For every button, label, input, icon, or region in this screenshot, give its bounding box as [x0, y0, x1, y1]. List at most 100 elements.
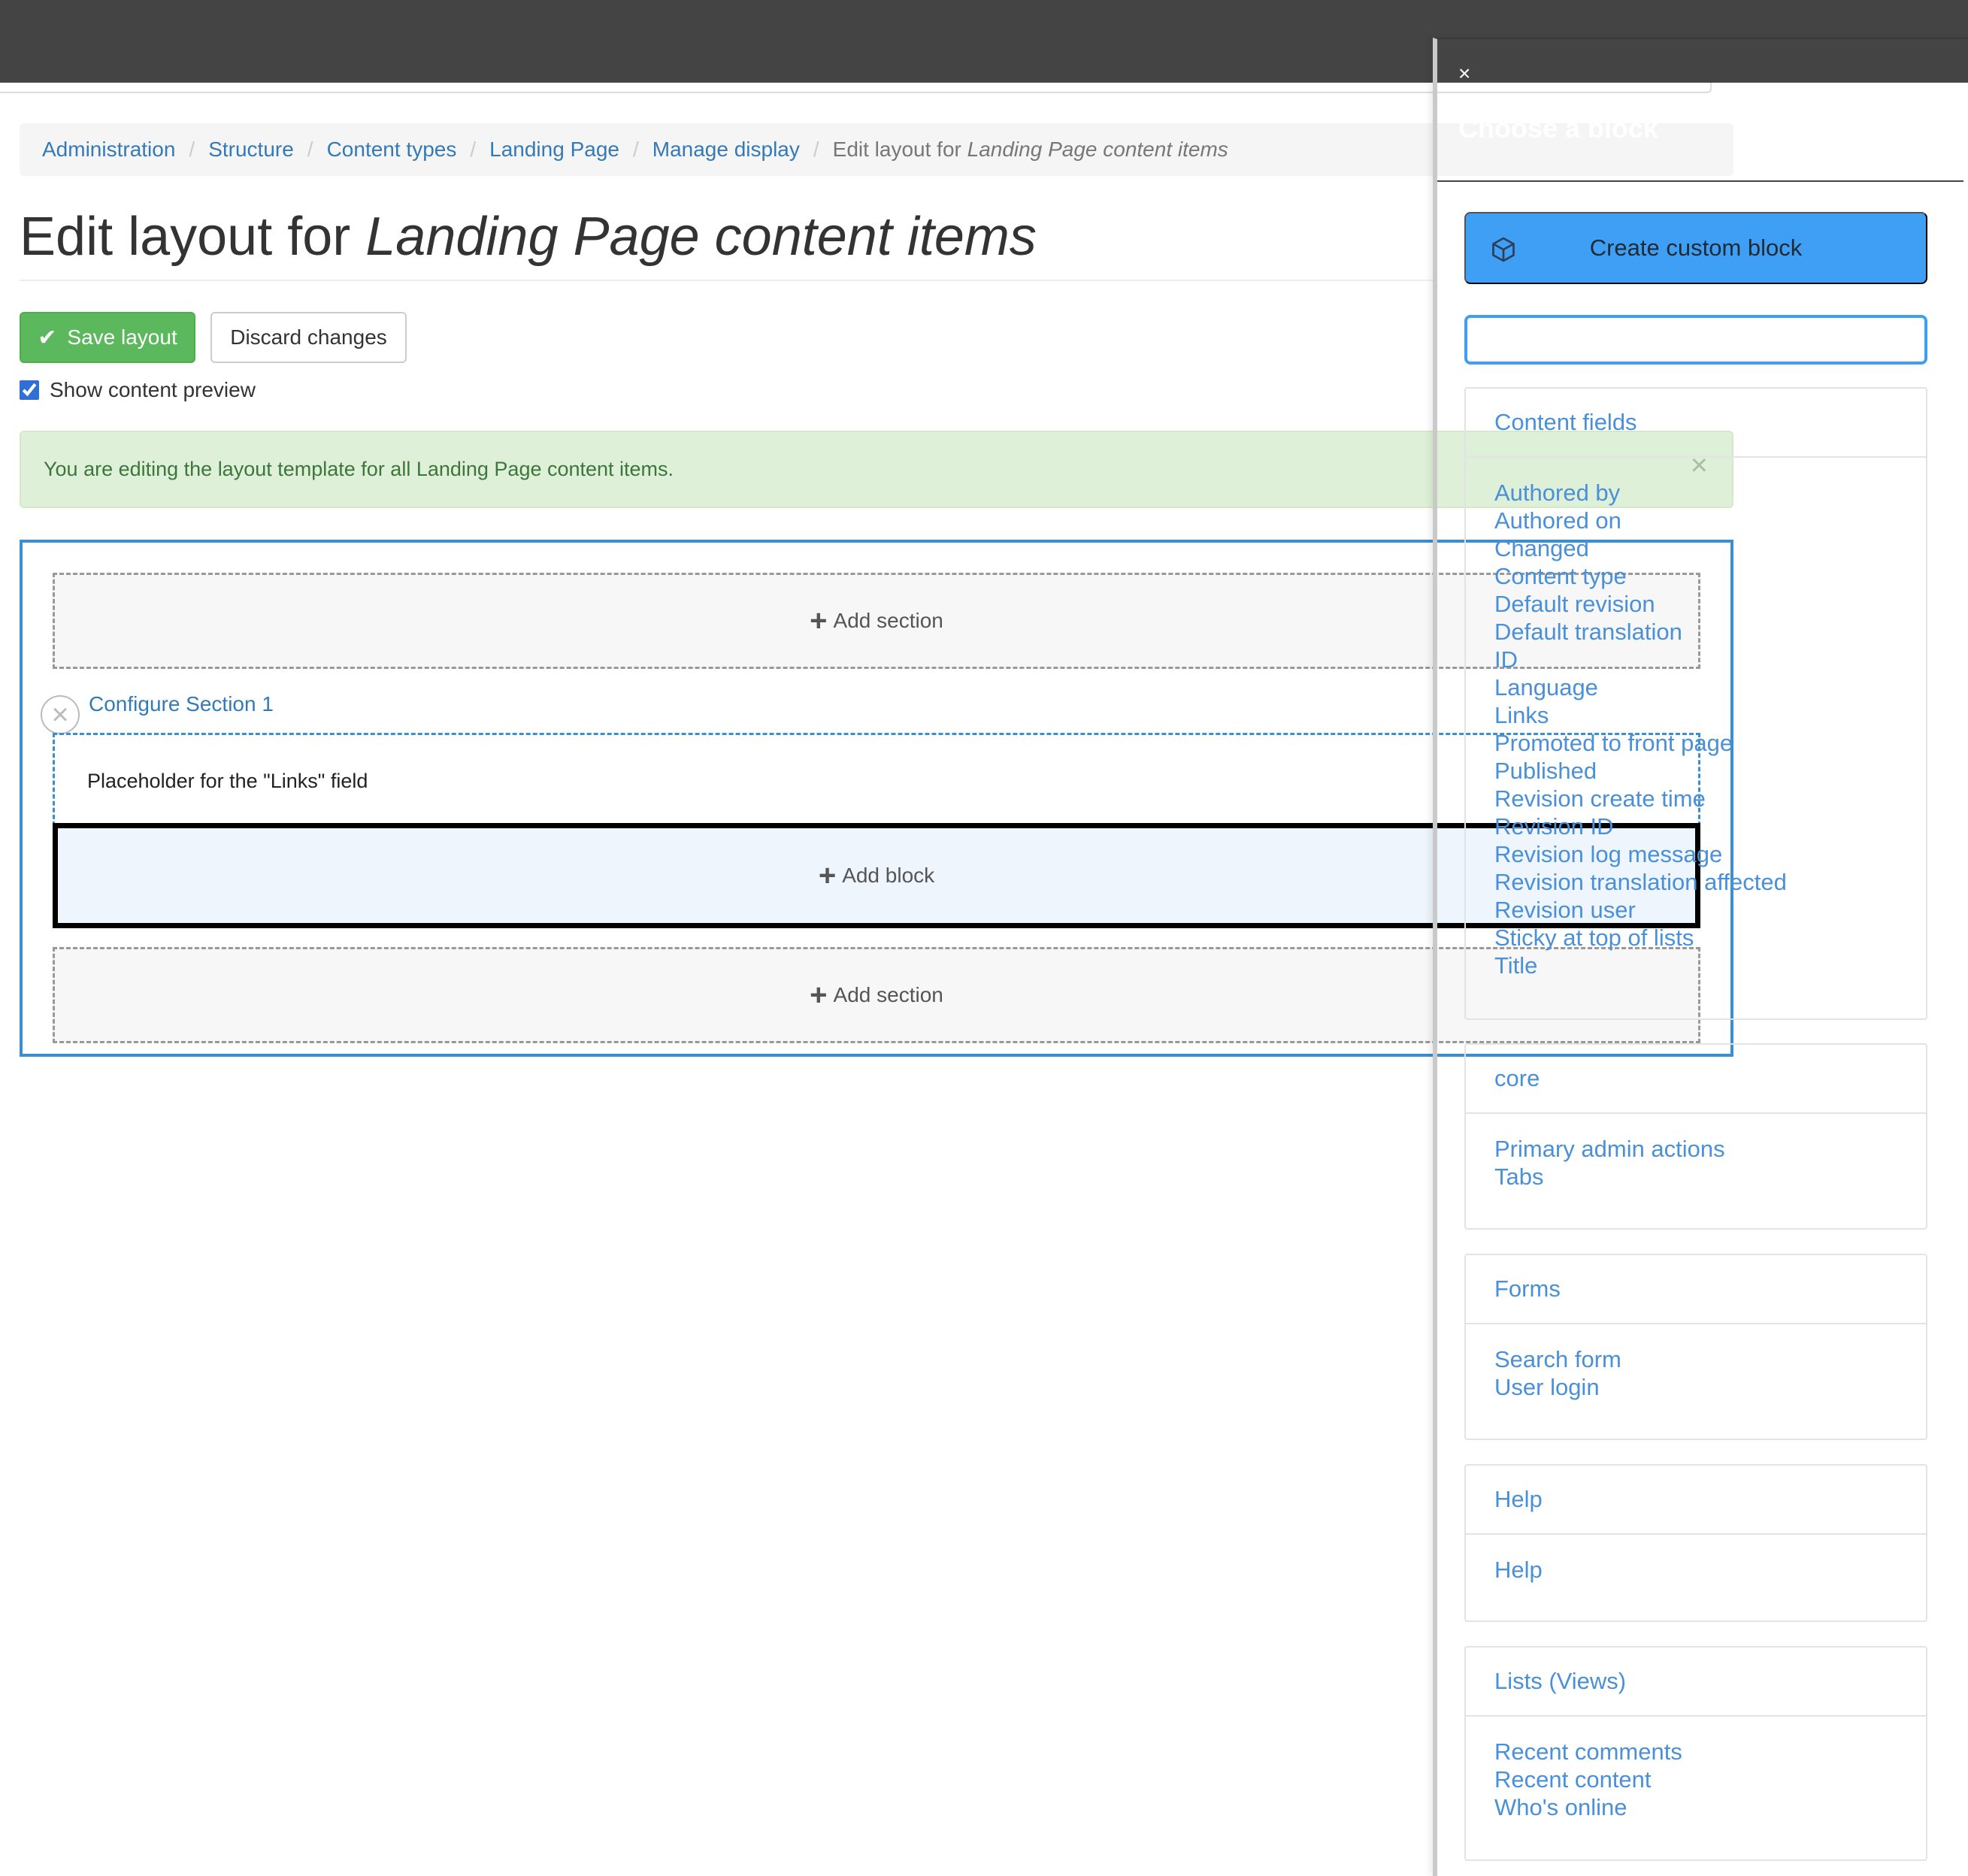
- add-section-label: Add section: [833, 983, 943, 1006]
- block-link[interactable]: Help: [1494, 1556, 1926, 1584]
- cube-icon: [1492, 237, 1515, 262]
- breadcrumb-link-structure[interactable]: Structure: [208, 138, 294, 162]
- block-link[interactable]: Authored on: [1494, 507, 1926, 534]
- add-block-label: Add block: [842, 864, 935, 887]
- block-link[interactable]: Who's online: [1494, 1793, 1926, 1821]
- block-link-text[interactable]: Published: [1494, 758, 1597, 784]
- block-link-text[interactable]: ID: [1494, 646, 1518, 673]
- block-link[interactable]: Revision user: [1494, 896, 1926, 924]
- plus-icon: +: [810, 979, 828, 1012]
- block-link[interactable]: Content type: [1494, 562, 1926, 590]
- block-link-text[interactable]: Recent content: [1494, 1766, 1652, 1793]
- field-placeholder: Placeholder for the "Links" field: [87, 770, 368, 792]
- block-link[interactable]: Revision log message: [1494, 840, 1926, 868]
- breadcrumb-current-prefix: Edit layout for: [832, 138, 961, 161]
- save-layout-label: Save layout: [67, 325, 177, 349]
- block-link-text[interactable]: Who's online: [1494, 1794, 1627, 1820]
- block-link[interactable]: Revision translation affected: [1494, 868, 1926, 896]
- block-link-text[interactable]: Revision translation affected: [1494, 869, 1787, 895]
- create-custom-block-label: Create custom block: [1589, 234, 1803, 261]
- configure-section-link[interactable]: Configure Section 1: [89, 692, 274, 716]
- category-block-list: Authored by Authored on Changed Content …: [1466, 458, 1926, 979]
- dialog-close-icon[interactable]: ×: [1458, 63, 1470, 84]
- block-link-text[interactable]: Revision ID: [1494, 813, 1614, 840]
- block-link[interactable]: Recent content: [1494, 1766, 1926, 1793]
- discard-changes-button[interactable]: Discard changes: [210, 312, 407, 363]
- block-link[interactable]: ID: [1494, 646, 1926, 673]
- block-link-text[interactable]: Sticky at top of lists: [1494, 924, 1694, 951]
- block-link[interactable]: Changed: [1494, 534, 1926, 562]
- breadcrumb-separator: /: [470, 138, 477, 161]
- category-block-list: Search form User login: [1466, 1324, 1926, 1401]
- block-link-text[interactable]: Default translation: [1494, 619, 1682, 645]
- dialog-title: Choose a block: [1458, 113, 1659, 144]
- breadcrumb-link-administration[interactable]: Administration: [42, 138, 175, 162]
- block-category-forms: Forms Search form User login: [1464, 1254, 1927, 1440]
- show-content-preview-checkbox[interactable]: [20, 380, 39, 400]
- block-category-help: Help Help: [1464, 1464, 1927, 1622]
- block-link[interactable]: Title: [1494, 952, 1926, 979]
- block-link-text[interactable]: Language: [1494, 674, 1598, 700]
- page-title-prefix: Edit layout for: [20, 207, 351, 267]
- block-link[interactable]: Primary admin actions: [1494, 1135, 1926, 1163]
- block-category-lists-views: Lists (Views) Recent comments Recent con…: [1464, 1646, 1927, 1861]
- block-link-text[interactable]: Links: [1494, 702, 1549, 728]
- block-link-text[interactable]: Primary admin actions: [1494, 1136, 1725, 1162]
- block-link-text[interactable]: Changed: [1494, 535, 1589, 561]
- block-link[interactable]: Revision ID: [1494, 812, 1926, 840]
- block-link-text[interactable]: Help: [1494, 1557, 1543, 1583]
- breadcrumb-separator: /: [632, 138, 639, 161]
- category-block-list: Primary admin actions Tabs: [1466, 1114, 1926, 1191]
- block-link[interactable]: Default translation: [1494, 618, 1926, 646]
- show-content-preview-row[interactable]: Show content preview: [20, 378, 256, 402]
- block-link[interactable]: Links: [1494, 701, 1926, 729]
- breadcrumb-link-manage-display[interactable]: Manage display: [652, 138, 800, 162]
- breadcrumb-link-landing-page[interactable]: Landing Page: [489, 138, 619, 162]
- block-link-text[interactable]: Search form: [1494, 1346, 1621, 1372]
- add-section-label: Add section: [833, 609, 943, 632]
- category-header[interactable]: Lists (Views): [1466, 1648, 1926, 1717]
- dialog-title-divider: [1437, 180, 1963, 182]
- block-link-text[interactable]: Revision log message: [1494, 841, 1722, 867]
- block-link[interactable]: Promoted to front page: [1494, 729, 1926, 757]
- block-filter-input[interactable]: [1464, 315, 1927, 365]
- block-link-text[interactable]: Authored on: [1494, 507, 1621, 534]
- page-title: Edit layout for Landing Page content ite…: [20, 203, 1037, 271]
- block-link[interactable]: Language: [1494, 673, 1926, 701]
- block-link-text[interactable]: Tabs: [1494, 1163, 1543, 1190]
- block-link-text[interactable]: Revision user: [1494, 897, 1636, 923]
- category-block-list: Recent comments Recent content Who's onl…: [1466, 1717, 1926, 1821]
- title-divider: [20, 280, 1433, 281]
- checkmark-icon: ✔: [38, 325, 57, 350]
- block-link[interactable]: Search form: [1494, 1345, 1926, 1373]
- block-link[interactable]: Default revision: [1494, 590, 1926, 618]
- create-custom-block-button[interactable]: Create custom block: [1464, 212, 1927, 284]
- block-link-text[interactable]: Authored by: [1494, 480, 1620, 506]
- category-header[interactable]: Content fields: [1466, 389, 1926, 458]
- block-link[interactable]: Authored by: [1494, 479, 1926, 507]
- block-link-text[interactable]: Recent comments: [1494, 1738, 1682, 1765]
- block-link[interactable]: Published: [1494, 757, 1926, 785]
- block-link[interactable]: Sticky at top of lists: [1494, 924, 1926, 952]
- block-link-text[interactable]: Promoted to front page: [1494, 730, 1733, 756]
- breadcrumb-separator: /: [813, 138, 819, 161]
- block-link-text[interactable]: Content type: [1494, 563, 1627, 589]
- block-link-text[interactable]: User login: [1494, 1374, 1600, 1400]
- category-header[interactable]: Forms: [1466, 1255, 1926, 1324]
- block-link[interactable]: Tabs: [1494, 1163, 1926, 1191]
- block-category-core: core Primary admin actions Tabs: [1464, 1043, 1927, 1230]
- breadcrumb-separator: /: [307, 138, 313, 161]
- breadcrumb-separator: /: [189, 138, 195, 161]
- remove-section-icon[interactable]: ×: [41, 695, 80, 734]
- block-link[interactable]: Revision create time: [1494, 785, 1926, 812]
- category-header[interactable]: core: [1466, 1045, 1926, 1114]
- block-link[interactable]: Recent comments: [1494, 1738, 1926, 1766]
- save-layout-button[interactable]: ✔ Save layout: [20, 312, 195, 363]
- breadcrumb-link-content-types[interactable]: Content types: [327, 138, 457, 162]
- category-header[interactable]: Help: [1466, 1466, 1926, 1535]
- block-link-text[interactable]: Revision create time: [1494, 785, 1706, 812]
- block-link-text[interactable]: Title: [1494, 952, 1537, 979]
- block-link-text[interactable]: Default revision: [1494, 591, 1655, 617]
- block-link[interactable]: User login: [1494, 1373, 1926, 1401]
- block-category-content-fields: Content fields Authored by Authored on C…: [1464, 387, 1927, 1020]
